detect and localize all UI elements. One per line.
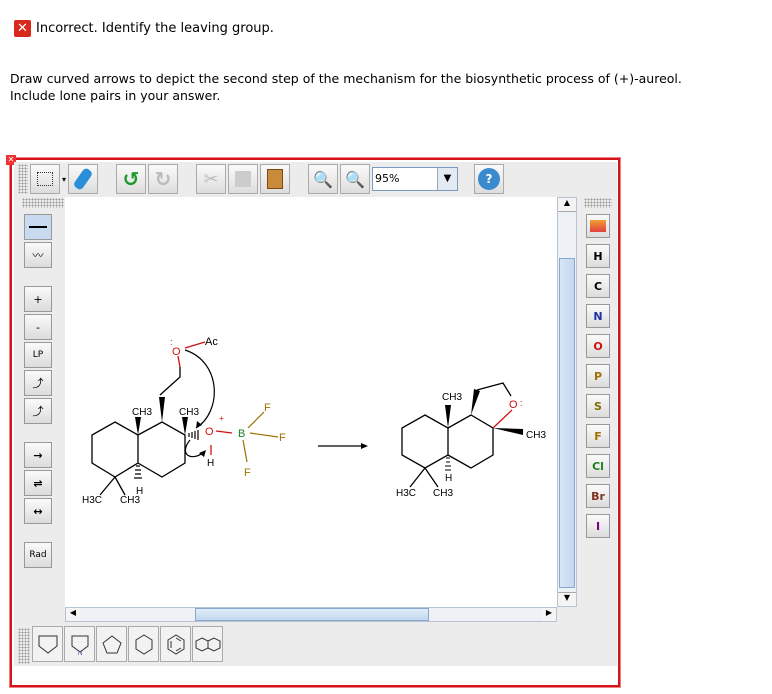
atom-label: F — [264, 402, 271, 414]
atom-label: H3C — [82, 495, 102, 506]
atom-label: O — [509, 399, 518, 411]
atom-label: H — [445, 473, 452, 484]
reaction-drawing: O : Ac CH3 CH3 O + H B F F F H H3C CH3 O… — [82, 336, 546, 506]
atom-label: CH3 — [442, 392, 462, 403]
atom-label: F — [244, 467, 251, 479]
atom-label: Ac — [205, 336, 218, 348]
atom-label: O — [172, 346, 181, 358]
atom-label: H — [207, 458, 214, 469]
atom-label: CH3 — [433, 488, 453, 499]
charge-label: + — [219, 414, 224, 423]
atom-label: B — [238, 428, 245, 440]
lone-pair: : — [520, 398, 523, 408]
atom-label: CH3 — [179, 407, 199, 418]
atom-label: O — [205, 426, 214, 438]
bf-bonds — [242, 411, 279, 463]
lone-pair: : — [170, 337, 175, 347]
atom-label: CH3 — [120, 495, 140, 506]
atom-label: CH3 — [526, 430, 546, 441]
atom-label: F — [279, 432, 286, 444]
atom-label: H3C — [396, 488, 416, 499]
bond-o-ac — [184, 341, 206, 349]
atom-label: CH3 — [132, 407, 152, 418]
hashed-bonds — [134, 430, 199, 479]
